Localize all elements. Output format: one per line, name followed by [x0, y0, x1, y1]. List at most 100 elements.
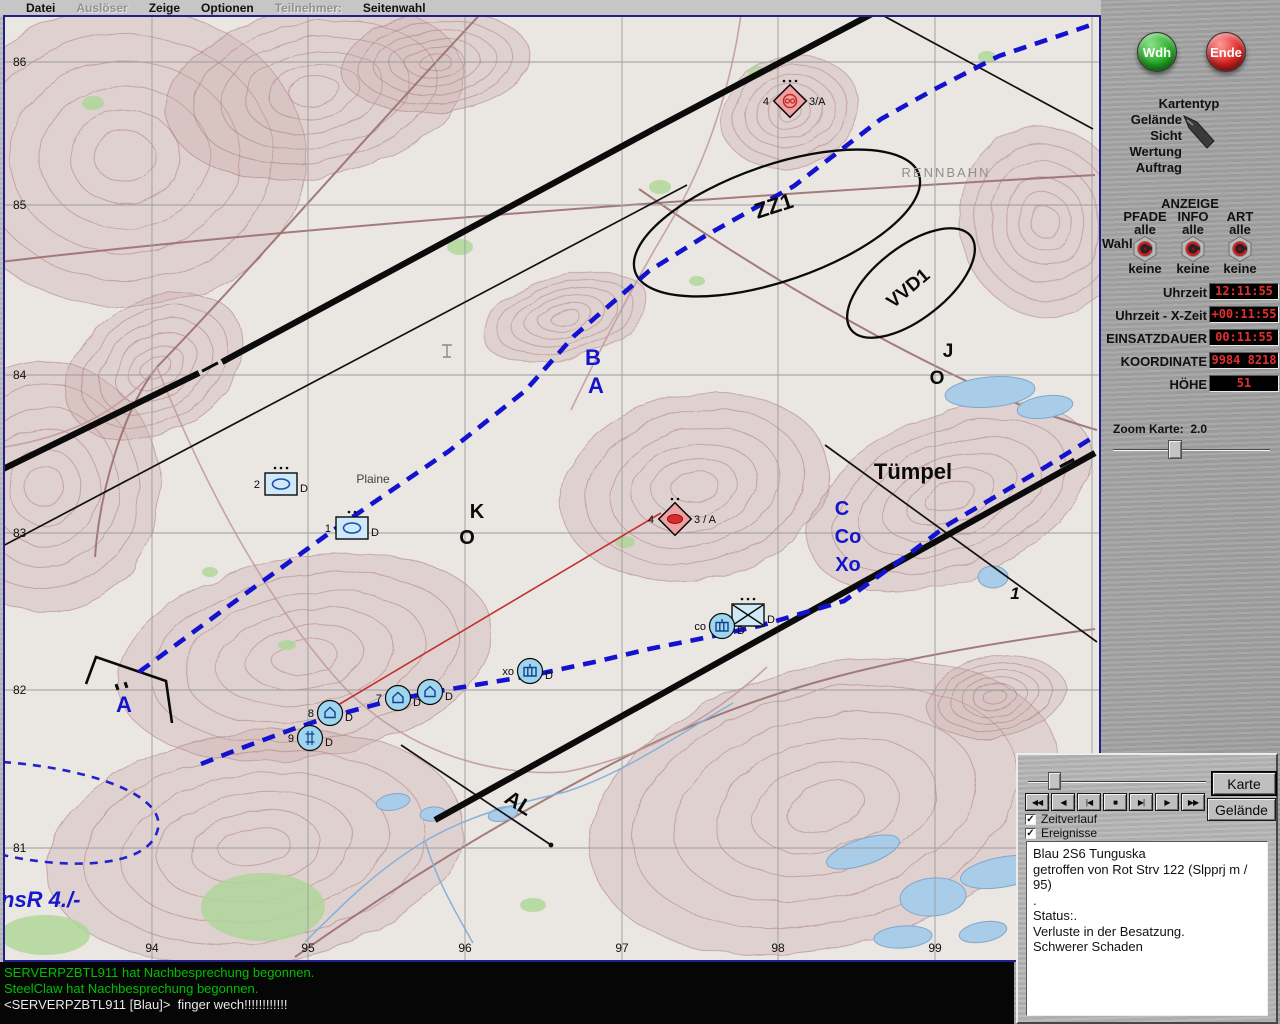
zoom-slider-track[interactable] — [1113, 449, 1270, 451]
display-value-uhrzeit: 12:11:55 — [1209, 283, 1279, 300]
checkbox-label: Ereignisse — [1041, 826, 1098, 840]
anzeige-section: ANZEIGE PFADE alle keine INFO alle keine ART al… — [1101, 196, 1280, 282]
label-b: B — [585, 345, 601, 370]
karte-button[interactable]: Karte — [1211, 771, 1277, 796]
chat-line: SteelClaw hat Nachbesprechung begonnen. — [4, 981, 259, 996]
display-row-koordinate: KOORDINATE 9984 8218 — [1101, 351, 1280, 374]
anzeige-info-knob[interactable] — [1180, 235, 1206, 263]
display-label-uhrzeit: Uhrzeit — [1162, 285, 1207, 300]
menu-zeige[interactable]: Zeige — [149, 1, 180, 15]
playback-to-start-button[interactable]: |◀ — [1077, 793, 1101, 811]
replay-button[interactable]: Wdh — [1137, 32, 1177, 72]
zoom-slider-thumb[interactable] — [1168, 440, 1182, 459]
display-row-uhrzeit: Uhrzeit 12:11:55 — [1101, 282, 1280, 305]
anzeige-pfade-knob[interactable] — [1132, 235, 1158, 263]
checkbox-ereignisse[interactable]: ✓ Ereignisse — [1025, 826, 1097, 840]
playback-fast-forward-button[interactable]: ▶▶ — [1181, 793, 1205, 811]
anzeige-info-alle: alle — [1182, 222, 1204, 237]
svg-text:D: D — [445, 691, 453, 703]
svg-text:co: co — [694, 621, 706, 633]
grid-label-x-94: 94 — [145, 941, 159, 955]
display-label-höhe: HÖHE — [1169, 377, 1207, 392]
overlay-tick — [123, 681, 129, 689]
display-value-koordinate: 9984 8218 — [1209, 352, 1279, 369]
label-tuempel: Tümpel — [874, 459, 952, 484]
chat-line: SERVERPZBTL911 hat Nachbesprechung begon… — [4, 965, 315, 980]
menu-seitenwahl[interactable]: Seitenwahl — [363, 1, 426, 15]
chat-line: <SERVERPZBTL911 [Blau]> finger wech!!!!!… — [4, 997, 288, 1012]
end-button[interactable]: Ende — [1206, 32, 1246, 72]
checkbox-box-ereignisse[interactable]: ✓ — [1025, 827, 1036, 839]
label-rennbahn: RENNBAHN — [902, 165, 991, 180]
grid-label-y-84: 84 — [13, 368, 27, 382]
playback-stop-button[interactable]: ■ — [1103, 793, 1127, 811]
playback-rewind-button[interactable]: ◀◀ — [1025, 793, 1049, 811]
svg-text:9: 9 — [288, 733, 294, 745]
svg-text:4: 4 — [648, 514, 654, 526]
anzeige-column-info: INFO alle keine — [1170, 210, 1216, 275]
display-value-höhe: 51 — [1209, 375, 1279, 392]
label-a-west: A — [116, 692, 132, 717]
kartentyp-selector: Kartentyp Gelände Sicht Wertung Auftrag — [1101, 96, 1280, 182]
status-line: . — [1033, 892, 1037, 908]
svg-text:8: 8 — [308, 708, 314, 720]
status-line: Status:. — [1033, 908, 1078, 923]
checkbox-label: Zeitverlauf — [1041, 812, 1098, 826]
svg-text:D: D — [371, 527, 379, 539]
svg-text:3 / A: 3 / A — [694, 514, 717, 526]
status-line: Blau 2S6 Tunguska — [1033, 846, 1146, 861]
kartentyp-title: Kartentyp — [1158, 96, 1220, 111]
checkbox-box-zeitverlauf[interactable]: ✓ — [1025, 813, 1036, 825]
label-plaine: Plaine — [356, 472, 390, 486]
status-line: Schwerer Schaden — [1033, 939, 1143, 954]
label-k: K — [470, 501, 485, 523]
svg-text:1: 1 — [325, 523, 331, 535]
status-line: Verluste in der Besatzung. — [1033, 923, 1185, 939]
grid-label-y-82: 82 — [13, 683, 27, 697]
kartentyp-option-sicht[interactable]: Sicht — [1101, 128, 1182, 144]
grid-label-y-85: 85 — [13, 198, 27, 212]
svg-text:D: D — [737, 625, 745, 637]
grid-label-y-81: 81 — [13, 841, 27, 855]
label-j: J — [943, 341, 954, 362]
label-1: 1 — [1010, 584, 1019, 603]
status-line: getroffen von Rot Strv 122 (Slpprj m / 9… — [1033, 861, 1248, 893]
playback-step-back-button[interactable]: ◀ — [1051, 793, 1075, 811]
grid-label-x-96: 96 — [458, 941, 472, 955]
playback-to-end-button[interactable]: ▶| — [1129, 793, 1153, 811]
menu-optionen[interactable]: Optionen — [201, 1, 254, 15]
svg-text:D: D — [767, 614, 775, 626]
display-value-uhrzeit-x-zeit: +00:11:55 — [1209, 306, 1279, 323]
anzeige-art-knob[interactable] — [1227, 235, 1253, 263]
label-o-j: O — [930, 368, 945, 389]
anzeige-art-alle: alle — [1229, 222, 1251, 237]
gelaende-button[interactable]: Gelände — [1207, 798, 1276, 821]
menu-teilnehmer: Teilnehmer: — [274, 0, 342, 15]
display-row-einsatzdauer: EINSATZDAUER 00:11:55 — [1101, 328, 1280, 351]
kartentyp-option-gelände[interactable]: Gelände — [1101, 112, 1182, 128]
label-nsr: nsR 4./- — [5, 887, 80, 912]
playback-checkboxes: ✓ Zeitverlauf ✓ Ereignisse — [1025, 812, 1097, 840]
menu-datei[interactable]: Datei — [26, 1, 55, 15]
timeline-slider-thumb[interactable] — [1048, 772, 1061, 790]
zoom-value: 2.0 — [1190, 422, 1208, 436]
kartentyp-knob[interactable] — [1181, 114, 1219, 152]
menu-auslöser: Auslöser — [76, 0, 128, 15]
overlay-tick — [114, 683, 120, 691]
kartentyp-option-auftrag[interactable]: Auftrag — [1101, 160, 1182, 176]
grid-label-x-95: 95 — [301, 941, 315, 955]
svg-text:D: D — [545, 670, 553, 682]
tactical-map[interactable]: 94 95 96 97 98 99868584838281 2 D1 DDco Dxo D8 D9 D… — [5, 17, 1099, 960]
playback-panel: ◀◀ ◀ |◀ ■ ▶| ▶ ▶▶ Karte Gelände ✓ Zeitverlauf ✓ E… — [1016, 753, 1278, 1024]
display-row-uhrzeit-x-zeit: Uhrzeit - X-Zeit +00:11:55 — [1101, 305, 1280, 328]
map-window[interactable]: 94 95 96 97 98 99 86 85 84 83 82 81 2 D 1 D Dco Dxo D 8 D 9 D… — [3, 15, 1101, 962]
svg-text:2: 2 — [254, 479, 260, 491]
svg-text:3/A: 3/A — [809, 96, 826, 108]
playback-play-button[interactable]: ▶ — [1155, 793, 1179, 811]
kartentyp-option-wertung[interactable]: Wertung — [1101, 144, 1182, 160]
overlay-dot — [548, 842, 554, 848]
label-co: Co — [835, 526, 862, 548]
label-c: C — [835, 498, 849, 520]
anzeige-art-keine: keine — [1223, 261, 1257, 276]
checkbox-zeitverlauf[interactable]: ✓ Zeitverlauf — [1025, 812, 1097, 826]
